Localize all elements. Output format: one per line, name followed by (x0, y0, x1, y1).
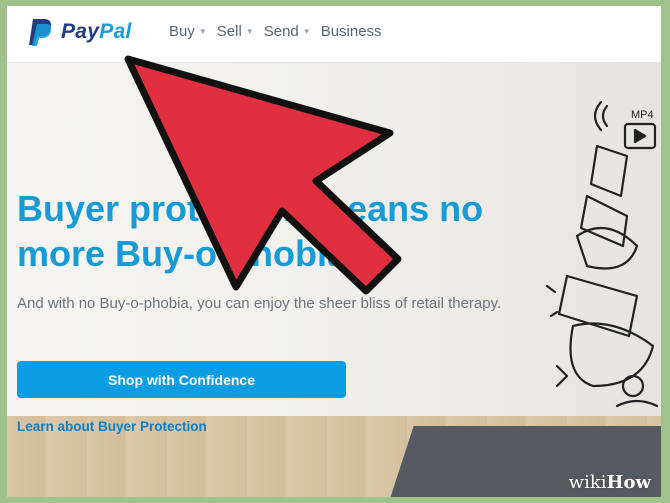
caret-down-icon: ▼ (245, 27, 254, 36)
nav-item-label: Business (320, 23, 382, 40)
watermark-wiki: wiki (568, 472, 607, 493)
caret-down-icon: ▼ (198, 27, 207, 36)
main-nav: Buy ▼ Sell ▼ Send ▼ Business (169, 23, 392, 40)
caret-down-icon: ▼ (302, 27, 311, 36)
nav-item-business[interactable]: Business (321, 23, 382, 40)
red-arrow-pointer-icon (124, 55, 402, 295)
nav-item-label: Sell (216, 23, 242, 40)
shopping-doodle-illustration: MP4 (545, 100, 659, 408)
paypal-wordmark: PayPal (61, 20, 132, 44)
shop-with-confidence-button[interactable]: Shop with Confidence (17, 361, 346, 398)
wikihow-watermark: wikiHow (569, 472, 651, 493)
logo-pay: Pay (61, 20, 100, 43)
paypal-logo[interactable]: PayPal (27, 17, 132, 47)
nav-item-buy[interactable]: Buy ▼ (169, 23, 207, 40)
nav-item-sell[interactable]: Sell ▼ (217, 23, 254, 40)
nav-item-label: Send (263, 23, 299, 40)
screenshot-frame: MP4 PayPal Buy ▼ Sell ▼ Send ▼ Business … (7, 6, 661, 497)
nav-item-label: Buy (169, 23, 195, 40)
nav-item-send[interactable]: Send ▼ (264, 23, 311, 40)
watermark-how: How (606, 472, 651, 493)
mp4-label: MP4 (631, 109, 654, 121)
logo-pal: Pal (99, 20, 132, 43)
learn-about-buyer-protection-link[interactable]: Learn about Buyer Protection (17, 419, 207, 434)
paypal-logo-icon (29, 19, 52, 46)
